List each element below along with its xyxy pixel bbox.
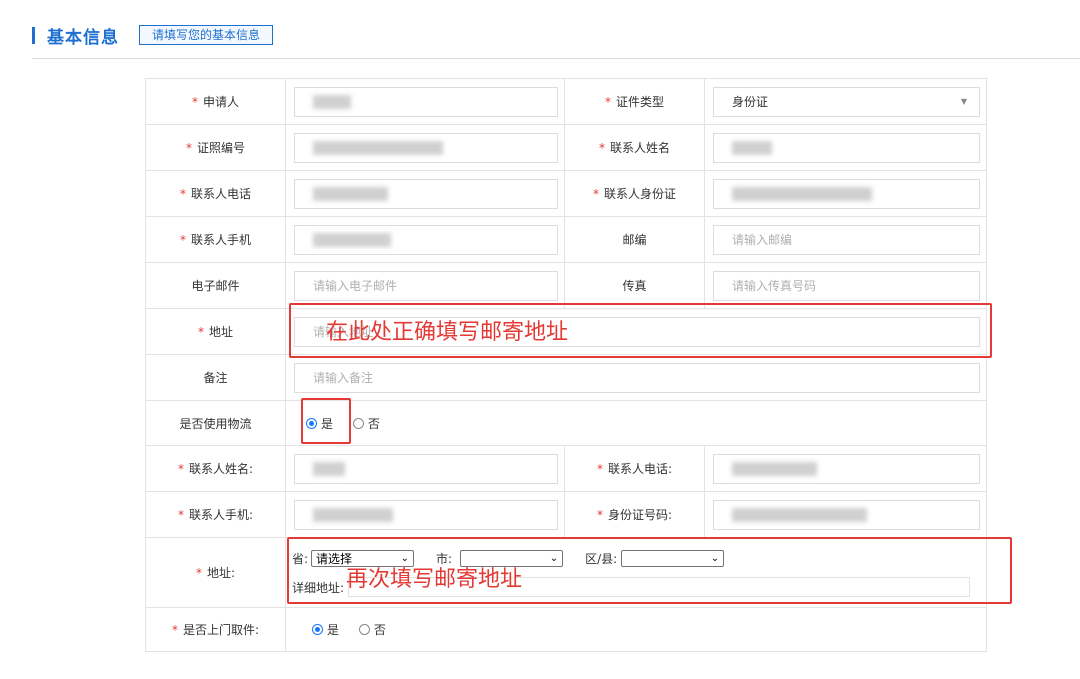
logistics-label: 是否使用物流 <box>145 400 286 446</box>
contact-phone-input[interactable] <box>294 178 558 209</box>
contact-mobile-label: * 联系人手机 <box>145 216 286 263</box>
form-row: * 申请人 * 证件类型 身份证 ▼ <box>145 78 987 125</box>
contact-mobile-input[interactable] <box>294 224 558 255</box>
logistics-id-number-label: * 身份证号码: <box>564 491 705 538</box>
contact-name-input[interactable] <box>713 132 980 163</box>
logistics-contact-name-label: * 联系人姓名: <box>145 445 286 492</box>
pickup-yes-radio[interactable]: 是 <box>312 621 339 638</box>
form-row: * 联系人电话 * 联系人身份证 <box>145 170 987 217</box>
contact-name-label: * 联系人姓名 <box>564 124 705 171</box>
id-number-input[interactable] <box>294 132 558 163</box>
contact-phone-label: * 联系人电话 <box>145 170 286 217</box>
logistics-address-annotation-text: 再次填写邮寄地址 <box>346 567 523 592</box>
section-accent-bar <box>32 26 35 44</box>
logistics-id-number-input[interactable] <box>713 499 980 530</box>
logistics-contact-phone-label: * 联系人电话: <box>564 445 705 492</box>
form-row: * 联系人手机: * 身份证号码: <box>145 491 987 538</box>
address-annotation-text: 在此处正确填写邮寄地址 <box>326 320 569 345</box>
logistics-yes-annotation-box <box>301 398 351 444</box>
postcode-label: 邮编 <box>564 216 705 263</box>
pickup-label: * 是否上门取件: <box>145 607 286 652</box>
logistics-contact-mobile-label: * 联系人手机: <box>145 491 286 538</box>
email-label: 电子邮件 <box>145 262 286 309</box>
id-type-label: * 证件类型 <box>564 78 705 125</box>
section-title: 基本信息 <box>47 27 119 48</box>
form-row: * 联系人姓名: * 联系人电话: <box>145 445 987 492</box>
fax-input[interactable]: 请输入传真号码 <box>713 270 980 301</box>
logistics-contact-phone-input[interactable] <box>713 453 980 484</box>
form-row: 备注 请输入备注 <box>145 354 987 401</box>
email-input[interactable]: 请输入电子邮件 <box>294 270 558 301</box>
form-row: 电子邮件 请输入电子邮件 传真 请输入传真号码 <box>145 262 987 309</box>
remark-label: 备注 <box>145 354 286 401</box>
logistics-contact-name-input[interactable] <box>294 453 558 484</box>
section-hint: 请填写您的基本信息 <box>139 25 274 45</box>
radio-unchecked-icon <box>358 624 370 635</box>
form-row: 是否使用物流 是 否 <box>145 400 987 446</box>
logistics-no-radio[interactable]: 否 <box>352 415 380 432</box>
id-number-label: * 证照编号 <box>145 124 286 171</box>
form-row: * 联系人手机 邮编 请输入邮编 <box>145 216 987 263</box>
form-row: * 是否上门取件: 是 否 <box>145 607 987 652</box>
fax-label: 传真 <box>564 262 705 309</box>
contact-id-label: * 联系人身份证 <box>564 170 705 217</box>
postcode-input[interactable]: 请输入邮编 <box>713 224 980 255</box>
chevron-down-icon: ▼ <box>960 96 967 106</box>
logistics-contact-mobile-input[interactable] <box>294 499 558 530</box>
applicant-input[interactable] <box>294 86 558 117</box>
contact-id-input[interactable] <box>713 178 980 209</box>
remark-input[interactable]: 请输入备注 <box>294 362 980 393</box>
form-row: * 证照编号 * 联系人姓名 <box>145 124 987 171</box>
radio-unchecked-icon <box>352 417 364 429</box>
applicant-label: * 申请人 <box>145 78 286 125</box>
section-header: 基本信息 请填写您的基本信息 <box>32 20 274 50</box>
logistics-address-label: * 地址: <box>145 537 286 608</box>
address-label: * 地址 <box>145 308 286 355</box>
id-type-select[interactable]: 身份证 ▼ <box>713 86 980 117</box>
pickup-no-radio[interactable]: 否 <box>358 621 386 638</box>
header-divider <box>32 58 1080 59</box>
radio-checked-icon <box>312 624 323 635</box>
